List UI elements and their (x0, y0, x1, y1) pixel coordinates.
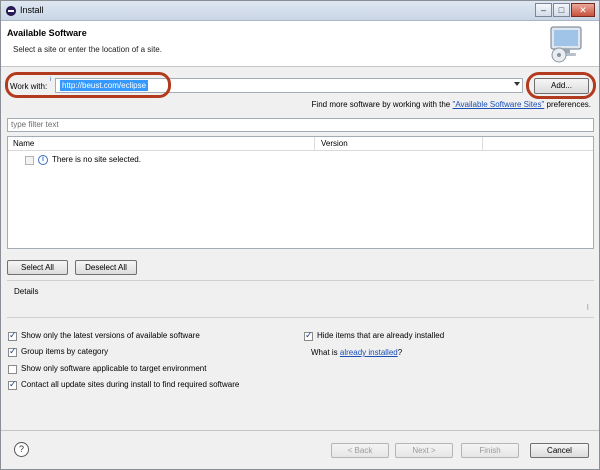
table-header: Name Version (8, 137, 593, 151)
column-header-name[interactable]: Name (13, 139, 34, 148)
latest-versions-checkbox[interactable] (8, 330, 17, 341)
chevron-down-icon[interactable] (514, 82, 520, 86)
what-is-suffix: ? (397, 348, 403, 357)
window-title: Install (20, 5, 44, 15)
back-button[interactable]: < Back (331, 443, 389, 458)
eclipse-app-icon (6, 6, 16, 16)
work-with-highlight-oval (5, 72, 171, 98)
contact-update-sites-checkbox[interactable] (8, 379, 17, 390)
cancel-button[interactable]: Cancel (530, 443, 589, 458)
hide-installed-checkbox[interactable] (304, 330, 313, 341)
already-installed-link[interactable]: already installed (340, 348, 398, 357)
column-header-version[interactable]: Version (321, 139, 348, 148)
select-all-label: Select All (21, 263, 54, 272)
next-button[interactable]: Next > (395, 443, 453, 458)
maximize-button[interactable]: □ (553, 3, 570, 17)
details-scroll-icon[interactable]: ⁝ (586, 303, 589, 312)
find-more-software-text: Find more software by working with the "… (312, 100, 591, 109)
info-icon: i (38, 155, 48, 165)
hide-installed-label: Hide items that are already installed (317, 331, 445, 340)
row-checkbox[interactable] (25, 156, 34, 165)
find-more-suffix: preferences. (544, 100, 591, 109)
deselect-all-button[interactable]: Deselect All (75, 260, 137, 275)
title-bar: Install – □ ✕ (1, 1, 599, 21)
latest-versions-label: Show only the latest versions of availab… (21, 331, 200, 340)
software-table: Name Version i There is no site selected… (7, 136, 594, 249)
window-controls: – □ ✕ (534, 3, 595, 18)
what-is-installed-text: What is already installed? (311, 348, 402, 357)
footer-separator (1, 430, 599, 431)
target-environment-checkbox[interactable] (8, 365, 17, 374)
group-by-category-checkbox[interactable] (8, 346, 17, 357)
details-separator (7, 280, 594, 281)
page-description: Select a site or enter the location of a… (13, 45, 162, 54)
add-button-highlight-oval (526, 72, 596, 99)
filter-input[interactable]: type filter text (7, 118, 594, 132)
page-title: Available Software (7, 28, 87, 38)
target-environment-label: Show only software applicable to target … (21, 364, 207, 373)
group-by-category-label: Group items by category (21, 347, 109, 356)
help-icon[interactable]: ? (14, 442, 29, 457)
computer-install-icon (550, 26, 582, 63)
finish-button[interactable]: Finish (461, 443, 519, 458)
options-separator (7, 317, 594, 318)
details-label: Details (14, 287, 39, 296)
contact-update-sites-label: Contact all update sites during install … (21, 380, 240, 389)
column-divider (482, 137, 483, 151)
what-is-prefix: What is (311, 348, 340, 357)
available-software-sites-link[interactable]: "Available Software Sites" (452, 100, 544, 109)
install-window: Install – □ ✕ Available Software Select … (0, 0, 600, 470)
row-text: There is no site selected. (52, 155, 141, 164)
wizard-banner: Available Software Select a site or ente… (1, 21, 599, 67)
find-more-prefix: Find more software by working with the (311, 100, 453, 109)
close-button[interactable]: ✕ (571, 3, 595, 17)
column-divider (314, 137, 315, 151)
deselect-all-label: Deselect All (85, 263, 127, 272)
select-all-button[interactable]: Select All (7, 260, 68, 275)
minimize-button[interactable]: – (535, 3, 552, 17)
